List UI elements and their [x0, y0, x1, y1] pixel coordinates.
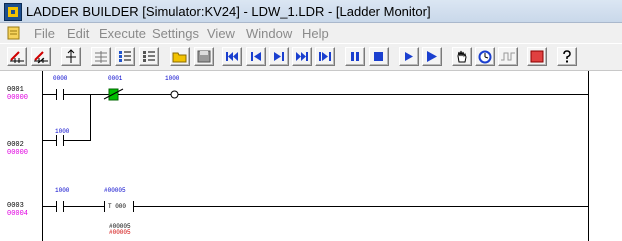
- play-icon[interactable]: [399, 47, 419, 66]
- insert-vertical-icon[interactable]: [61, 47, 81, 66]
- align-icon[interactable]: [91, 47, 111, 66]
- rung-number-0003: 0003 00004: [7, 202, 29, 218]
- prev-icon[interactable]: [246, 47, 266, 66]
- window-title: LADDER BUILDER [Simulator:KV24] - LDW_1.…: [26, 4, 431, 19]
- menu-settings[interactable]: Settings: [152, 26, 199, 41]
- menu-edit[interactable]: Edit: [67, 26, 89, 41]
- label-1000-coil[interactable]: 1000: [165, 75, 179, 82]
- coil-1000: [170, 90, 179, 99]
- document-icon[interactable]: [6, 25, 22, 41]
- rung-number-0001: 0001 00000: [7, 86, 29, 102]
- menu-help[interactable]: Help: [302, 26, 329, 41]
- stop-icon[interactable]: [369, 47, 389, 66]
- app-icon: [4, 3, 22, 21]
- last-icon[interactable]: [315, 47, 335, 66]
- label-timer-current: #00005: [109, 229, 131, 236]
- run-icon[interactable]: [422, 47, 442, 66]
- wave-icon[interactable]: [498, 47, 518, 66]
- label-1000-rung3[interactable]: 1000: [55, 187, 69, 194]
- contact-no-icon[interactable]: [7, 47, 27, 66]
- timer-icon[interactable]: [475, 47, 495, 66]
- open-folder-icon[interactable]: [170, 47, 190, 66]
- first-icon[interactable]: [222, 47, 242, 66]
- help-icon[interactable]: [557, 47, 577, 66]
- menu-execute[interactable]: Execute: [99, 26, 146, 41]
- pause-icon[interactable]: [345, 47, 365, 66]
- label-1000-rung2[interactable]: 1000: [55, 128, 69, 135]
- menu-window[interactable]: Window: [246, 26, 292, 41]
- toolbar: [0, 44, 622, 71]
- hand-icon[interactable]: [452, 47, 472, 66]
- next-icon[interactable]: [292, 47, 312, 66]
- label-0001[interactable]: 0001: [108, 75, 122, 82]
- red-square-icon[interactable]: [527, 47, 547, 66]
- ladder-monitor: 0001 00000 0002 00000 0003 00004 0000 00…: [0, 71, 622, 241]
- contact-nc-icon[interactable]: [31, 47, 51, 66]
- step-icon[interactable]: [269, 47, 289, 66]
- list-alt-icon[interactable]: [139, 47, 159, 66]
- list-icon[interactable]: [115, 47, 135, 66]
- menu-bar: File Edit Execute Settings View Window H…: [0, 23, 622, 43]
- label-timer-t000[interactable]: T 000: [108, 203, 126, 210]
- rung-number-0002: 0002 00000: [7, 141, 29, 157]
- menu-file[interactable]: File: [34, 26, 55, 41]
- label-0000[interactable]: 0000: [53, 75, 67, 82]
- save-icon[interactable]: [194, 47, 214, 66]
- label-timer-preset[interactable]: #00005: [104, 187, 126, 194]
- ladder-diagram: [42, 71, 589, 241]
- menu-view[interactable]: View: [207, 26, 235, 41]
- title-bar: LADDER BUILDER [Simulator:KV24] - LDW_1.…: [0, 0, 622, 23]
